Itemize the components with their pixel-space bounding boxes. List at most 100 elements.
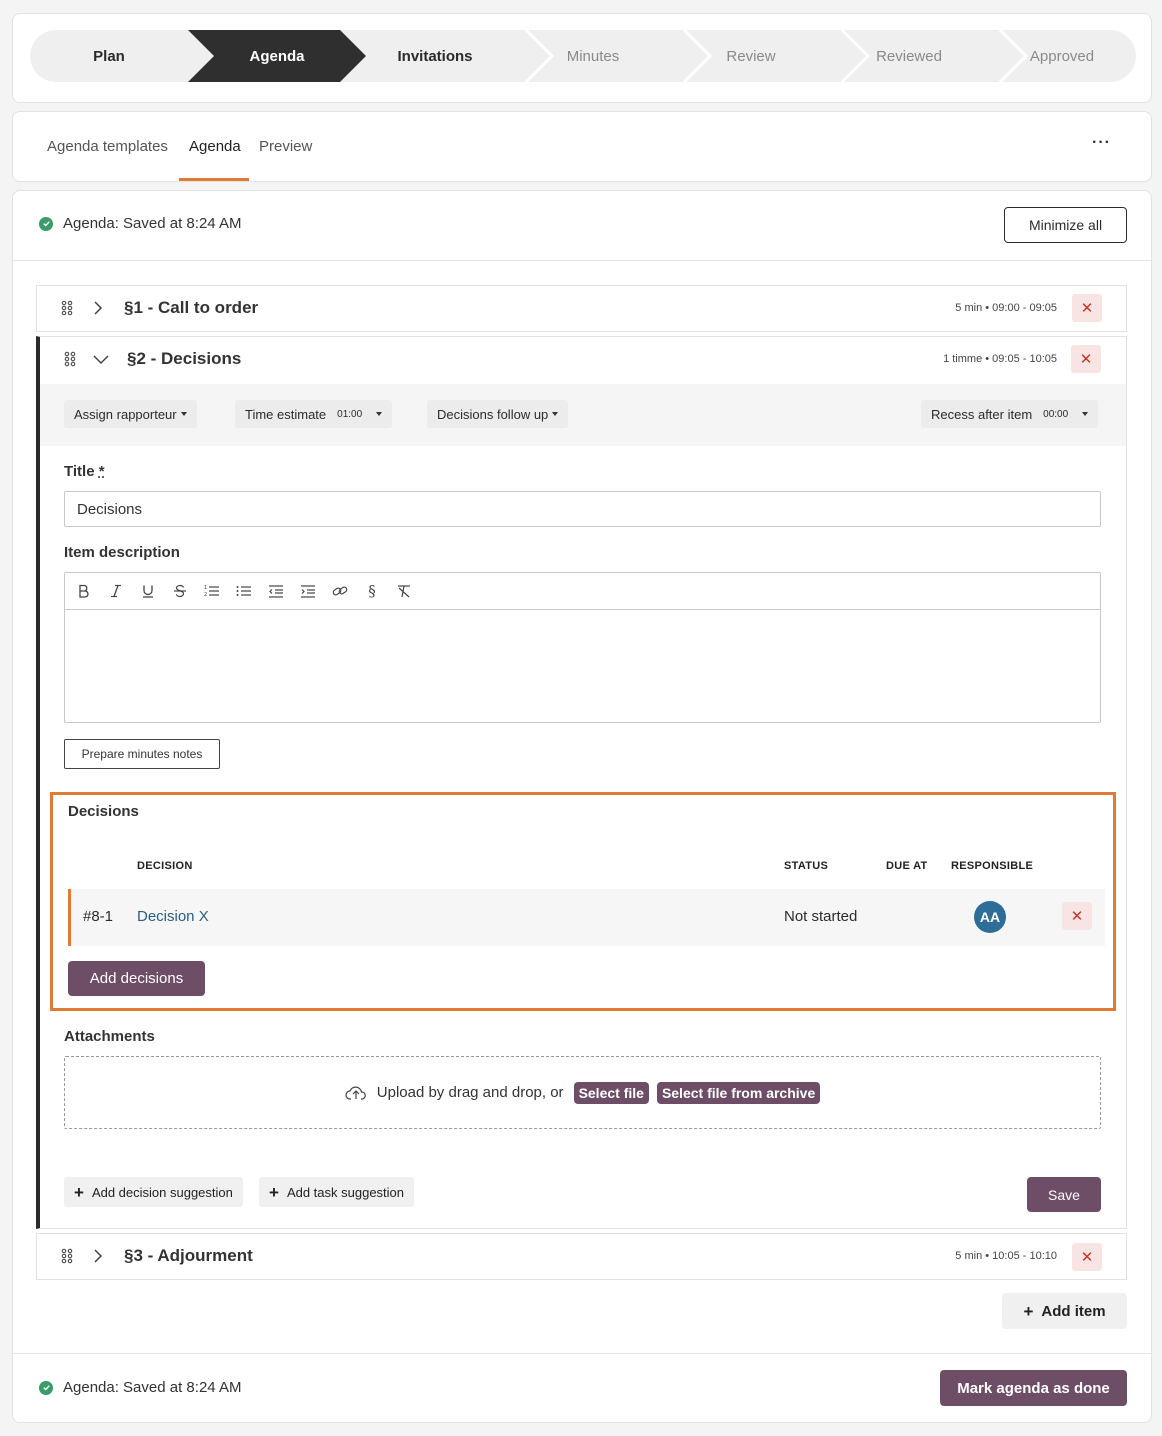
- step-review[interactable]: Review: [672, 30, 830, 82]
- agenda-editor-card: Agenda: Saved at 8:24 AM Minimize all §1…: [12, 190, 1152, 1423]
- decisions-follow-up-dropdown[interactable]: Decisions follow up: [427, 400, 569, 428]
- link-icon[interactable]: [331, 582, 349, 600]
- caret-down-icon: [552, 412, 559, 416]
- decision-status: Not started: [784, 908, 858, 925]
- required-mark: *: [98, 463, 105, 480]
- mark-agenda-as-done-button[interactable]: Mark agenda as done: [940, 1370, 1127, 1406]
- tab-preview[interactable]: Preview: [259, 138, 312, 155]
- chevron-right-icon[interactable]: [90, 300, 106, 316]
- column-decision: DECISION: [137, 860, 193, 872]
- add-item-button[interactable]: + Add item: [1002, 1293, 1127, 1329]
- add-decision-suggestion-label: Add decision suggestion: [91, 1184, 233, 1200]
- step-approved[interactable]: Approved: [988, 30, 1136, 82]
- item-toolbar: Assign rapporteur Time estimate 01:00 De…: [40, 384, 1126, 446]
- prepare-minutes-notes-button[interactable]: Prepare minutes notes: [64, 739, 220, 769]
- agenda-item-title: §2 - Decisions: [127, 349, 242, 368]
- plus-icon: +: [74, 1182, 84, 1202]
- decisions-section: Decisions DECISION STATUS DUE AT RESPONS…: [50, 792, 1116, 1011]
- select-file-from-archive-button[interactable]: Select file from archive: [656, 1081, 821, 1104]
- more-options-button[interactable]: ···: [1092, 134, 1111, 152]
- recess-after-item-label: Recess after item: [931, 406, 1033, 422]
- step-reviewed[interactable]: Reviewed: [830, 30, 988, 82]
- agenda-item-time: 5 min • 10:05 - 10:10: [955, 1250, 1057, 1262]
- agenda-item-time: 5 min • 09:00 - 09:05: [955, 302, 1057, 314]
- cloud-upload-icon: [345, 1086, 366, 1100]
- step-invitations[interactable]: Invitations: [356, 30, 514, 82]
- drag-handle-icon[interactable]: [61, 1248, 73, 1264]
- decision-title-link[interactable]: Decision X: [137, 908, 209, 925]
- drag-handle-icon[interactable]: [64, 351, 76, 367]
- footer-save-status: Agenda: Saved at 8:24 AM: [39, 1379, 241, 1396]
- attachments-dropzone[interactable]: Upload by drag and drop, or Select file …: [64, 1056, 1101, 1129]
- add-decisions-button[interactable]: Add decisions: [68, 961, 205, 996]
- strikethrough-icon[interactable]: [171, 582, 189, 600]
- close-icon: ✕: [1070, 908, 1084, 925]
- caret-down-icon: [376, 412, 383, 416]
- select-file-button[interactable]: Select file: [573, 1081, 649, 1104]
- caret-down-icon: [180, 412, 187, 416]
- agenda-item-1: §1 - Call to order 5 min • 09:00 - 09:05…: [36, 285, 1127, 332]
- recess-value: 00:00: [1043, 408, 1069, 420]
- avatar[interactable]: AA: [974, 901, 1006, 933]
- plus-icon: +: [269, 1182, 279, 1202]
- underline-icon[interactable]: [139, 582, 157, 600]
- recess-after-item-dropdown[interactable]: Recess after item 00:00: [921, 400, 1099, 428]
- workflow-stepper: Plan Agenda Invitations Minutes Review R…: [30, 30, 1136, 82]
- clear-formatting-icon[interactable]: [395, 582, 413, 600]
- section-sign-icon[interactable]: §: [363, 582, 381, 600]
- drag-handle-icon[interactable]: [61, 300, 73, 316]
- agenda-item-header[interactable]: §3 - Adjourment 5 min • 10:05 - 10:10 ✕: [37, 1234, 1126, 1280]
- svg-text:1: 1: [204, 585, 207, 591]
- agenda-item-header[interactable]: §2 - Decisions 1 timme • 09:05 - 10:05 ✕: [40, 337, 1126, 383]
- decision-id: #8-1: [83, 908, 114, 925]
- chevron-down-icon[interactable]: [93, 351, 109, 367]
- bullet-list-icon[interactable]: [235, 582, 253, 600]
- agenda-item-title: §1 - Call to order: [124, 298, 259, 317]
- tab-agenda-templates[interactable]: Agenda templates: [47, 138, 168, 155]
- upload-text: Upload by drag and drop, or: [376, 1084, 564, 1101]
- indent-icon[interactable]: [299, 582, 317, 600]
- title-input[interactable]: Decisions: [64, 491, 1101, 527]
- delete-item-button[interactable]: ✕: [1072, 294, 1102, 322]
- chevron-right-icon[interactable]: [90, 1248, 106, 1264]
- time-estimate-dropdown[interactable]: Time estimate 01:00: [235, 400, 393, 428]
- plus-icon: +: [1023, 1301, 1034, 1321]
- step-plan[interactable]: Plan: [30, 30, 188, 82]
- delete-item-button[interactable]: ✕: [1072, 1243, 1102, 1271]
- add-decision-suggestion-button[interactable]: + Add decision suggestion: [64, 1177, 243, 1207]
- divider: [13, 1353, 1151, 1354]
- minimize-all-button[interactable]: Minimize all: [1004, 207, 1127, 243]
- save-status: Agenda: Saved at 8:24 AM: [39, 215, 241, 232]
- time-estimate-label: Time estimate: [245, 406, 327, 422]
- agenda-item-2: §2 - Decisions 1 timme • 09:05 - 10:05 ✕…: [36, 336, 1127, 1229]
- add-item-label: Add item: [1041, 1302, 1106, 1320]
- workflow-stepper-card: Plan Agenda Invitations Minutes Review R…: [12, 13, 1152, 103]
- active-tab-indicator: [179, 178, 249, 181]
- tabs-card: Agenda templates Agenda Preview ···: [12, 111, 1152, 182]
- outdent-icon[interactable]: [267, 582, 285, 600]
- decision-row[interactable]: #8-1 Decision X Not started AA ✕: [68, 889, 1105, 946]
- close-icon: ✕: [1080, 1249, 1094, 1266]
- step-agenda[interactable]: Agenda: [202, 30, 352, 82]
- assign-rapporteur-label: Assign rapporteur: [74, 406, 177, 422]
- italic-icon[interactable]: [107, 582, 125, 600]
- svg-text:2: 2: [204, 592, 207, 598]
- step-minutes[interactable]: Minutes: [514, 30, 672, 82]
- description-editor[interactable]: 12 §: [64, 572, 1101, 723]
- delete-item-button[interactable]: ✕: [1071, 345, 1101, 373]
- ordered-list-icon[interactable]: 12: [203, 582, 221, 600]
- column-due-at: DUE AT: [886, 860, 928, 872]
- decisions-follow-up-label: Decisions follow up: [437, 406, 549, 422]
- agenda-item-title: §3 - Adjourment: [124, 1246, 253, 1265]
- time-estimate-value: 01:00: [337, 408, 363, 420]
- save-button[interactable]: Save: [1027, 1177, 1101, 1212]
- add-task-suggestion-button[interactable]: + Add task suggestion: [259, 1177, 415, 1207]
- save-status-text: Agenda: Saved at 8:24 AM: [63, 215, 242, 232]
- agenda-item-header[interactable]: §1 - Call to order 5 min • 09:00 - 09:05…: [37, 286, 1126, 332]
- bold-icon[interactable]: [75, 582, 93, 600]
- remove-decision-button[interactable]: ✕: [1062, 902, 1092, 930]
- column-responsible: RESPONSIBLE: [951, 860, 1034, 872]
- caret-down-icon: [1082, 412, 1089, 416]
- assign-rapporteur-dropdown[interactable]: Assign rapporteur: [64, 400, 197, 428]
- tab-agenda[interactable]: Agenda: [189, 138, 241, 155]
